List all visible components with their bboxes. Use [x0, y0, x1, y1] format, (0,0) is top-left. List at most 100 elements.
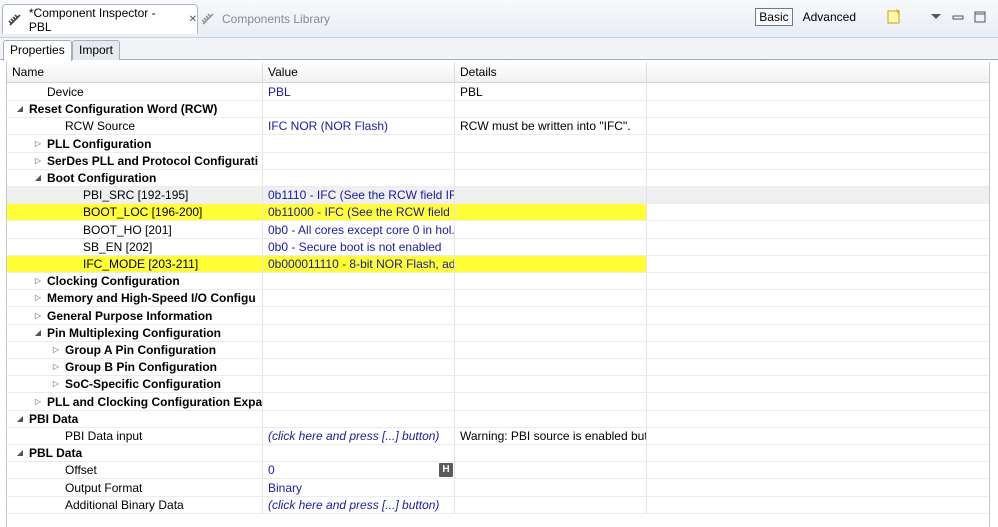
table-row[interactable]: BOOT_HO [201] 0b0 - All cores except core…: [7, 221, 989, 239]
expanded-arrow-icon[interactable]: ◢: [14, 411, 26, 427]
table-row[interactable]: ▷ Group B Pin Configuration: [7, 359, 989, 377]
value-cell[interactable]: [263, 342, 455, 358]
table-row[interactable]: ▷ PLL and Clocking Configuration Expa: [7, 393, 989, 411]
table-row[interactable]: ▷ SerDes PLL and Protocol Configurati: [7, 152, 989, 170]
tab-component-inspector[interactable]: *Component Inspector - PBL ✕: [2, 4, 198, 34]
basic-mode-button[interactable]: Basic: [755, 8, 793, 26]
hex-format-button[interactable]: H: [439, 463, 453, 478]
value-cell[interactable]: 0H: [263, 462, 455, 479]
value-cell[interactable]: 0b000011110 - 8-bit NOR Flash, ad...: [263, 256, 455, 272]
value-cell[interactable]: 0b11000 - IFC (See the RCW field IF...: [263, 204, 455, 221]
value-cell[interactable]: [263, 307, 455, 324]
name-cell[interactable]: ▷ Memory and High-Speed I/O Configu: [7, 290, 263, 307]
collapsed-arrow-icon[interactable]: ▷: [50, 359, 62, 375]
expanded-arrow-icon[interactable]: ◢: [32, 325, 44, 341]
name-cell[interactable]: ◢ Boot Configuration: [7, 170, 263, 186]
table-row[interactable]: PBI Data input (click here and press [...…: [7, 428, 989, 445]
name-cell[interactable]: PBI Data input: [7, 428, 263, 444]
value-cell[interactable]: [263, 324, 455, 341]
collapsed-arrow-icon[interactable]: ▷: [50, 376, 62, 392]
tab-import[interactable]: Import: [72, 40, 121, 60]
collapsed-arrow-icon[interactable]: ▷: [32, 290, 44, 306]
collapsed-arrow-icon[interactable]: ▷: [32, 136, 44, 152]
value-cell[interactable]: (click here and press [...] button): [263, 428, 455, 444]
table-row[interactable]: ◢ Boot Configuration: [7, 170, 989, 187]
table-row[interactable]: ▷ SoC-Specific Configuration: [7, 376, 989, 394]
value-cell[interactable]: [263, 410, 455, 427]
table-row[interactable]: IFC_MODE [203-211] 0b000011110 - 8-bit NO…: [7, 256, 989, 273]
name-cell[interactable]: Output Format: [7, 479, 263, 496]
value-cell[interactable]: [263, 376, 455, 393]
table-row[interactable]: ◢ Reset Configuration Word (RCW): [7, 101, 989, 119]
table-row[interactable]: ▷ General Purpose Information: [7, 307, 989, 325]
tab-properties[interactable]: Properties: [3, 40, 72, 61]
name-cell[interactable]: ▷ Group A Pin Configuration: [7, 342, 263, 358]
name-cell[interactable]: ▷ Clocking Configuration: [7, 273, 263, 290]
column-header-details[interactable]: Details: [455, 62, 647, 83]
collapsed-arrow-icon[interactable]: ▷: [32, 308, 44, 324]
collapsed-arrow-icon[interactable]: ▷: [32, 153, 44, 169]
name-cell[interactable]: ◢ Pin Multiplexing Configuration: [7, 324, 263, 341]
name-cell[interactable]: ◢ PBI Data: [7, 410, 263, 427]
value-cell[interactable]: [263, 170, 455, 186]
table-row[interactable]: Device PBL PBL: [7, 84, 989, 101]
value-cell[interactable]: PBL: [263, 84, 455, 100]
table-row[interactable]: ▷ Clocking Configuration: [7, 273, 989, 291]
table-row[interactable]: SB_EN [202] 0b0 - Secure boot is not enab…: [7, 238, 989, 256]
table-row[interactable]: ◢ Pin Multiplexing Configuration: [7, 324, 989, 342]
collapsed-arrow-icon[interactable]: ▷: [50, 342, 62, 358]
value-cell[interactable]: Binary: [263, 479, 455, 496]
name-cell[interactable]: ◢ PBL Data: [7, 445, 263, 462]
table-row[interactable]: ◢ PBI Data: [7, 410, 989, 428]
minimize-icon[interactable]: [950, 9, 966, 25]
name-cell[interactable]: ▷ SerDes PLL and Protocol Configurati: [7, 152, 263, 169]
value-cell[interactable]: [263, 152, 455, 169]
close-icon[interactable]: ✕: [189, 14, 197, 25]
value-cell[interactable]: [263, 359, 455, 376]
expanded-arrow-icon[interactable]: ◢: [32, 170, 44, 186]
name-cell[interactable]: BOOT_HO [201]: [7, 221, 263, 238]
column-header-name[interactable]: Name: [7, 62, 263, 83]
expanded-arrow-icon[interactable]: ◢: [14, 101, 26, 117]
name-cell[interactable]: ▷ SoC-Specific Configuration: [7, 376, 263, 393]
name-cell[interactable]: Offset: [7, 462, 263, 479]
name-cell[interactable]: IFC_MODE [203-211]: [7, 256, 263, 272]
name-cell[interactable]: ▷ Group B Pin Configuration: [7, 359, 263, 376]
value-cell[interactable]: [263, 135, 455, 152]
table-row[interactable]: Output Format Binary: [7, 479, 989, 497]
name-cell[interactable]: Additional Binary Data: [7, 496, 263, 513]
collapsed-arrow-icon[interactable]: ▷: [32, 394, 44, 410]
name-cell[interactable]: RCW Source: [7, 118, 263, 135]
table-row[interactable]: Additional Binary Data (click here and pr…: [7, 496, 989, 514]
value-cell[interactable]: 0b0 - Secure boot is not enabled: [263, 238, 455, 255]
value-cell[interactable]: [263, 393, 455, 410]
note-icon[interactable]: [886, 9, 902, 25]
name-cell[interactable]: ▷ General Purpose Information: [7, 307, 263, 324]
table-row[interactable]: BOOT_LOC [196-200] 0b11000 - IFC (See the…: [7, 204, 989, 222]
name-cell[interactable]: ▷ PLL and Clocking Configuration Expa: [7, 393, 263, 410]
name-cell[interactable]: Device: [7, 84, 263, 100]
table-row[interactable]: Offset 0 H: [7, 462, 989, 480]
table-row[interactable]: ◢ PBL Data: [7, 445, 989, 463]
name-cell[interactable]: PBI_SRC [192-195]: [7, 187, 263, 204]
table-row[interactable]: ▷ PLL Configuration: [7, 135, 989, 153]
advanced-mode-button[interactable]: Advanced: [799, 8, 860, 26]
value-cell[interactable]: [263, 290, 455, 307]
value-cell[interactable]: IFC NOR (NOR Flash): [263, 118, 455, 135]
value-cell[interactable]: 0b0 - All cores except core 0 in hol...: [263, 221, 455, 238]
view-menu-icon[interactable]: [928, 9, 944, 25]
name-cell[interactable]: SB_EN [202]: [7, 238, 263, 255]
table-row[interactable]: RCW Source IFC NOR (NOR Flash) RCW must be…: [7, 118, 989, 136]
column-header-value[interactable]: Value: [263, 62, 455, 83]
table-row[interactable]: ▷ Memory and High-Speed I/O Configu: [7, 290, 989, 308]
name-cell[interactable]: ▷ PLL Configuration: [7, 135, 263, 152]
value-cell[interactable]: [263, 273, 455, 290]
table-row[interactable]: ▷ Group A Pin Configuration: [7, 342, 989, 359]
name-cell[interactable]: BOOT_LOC [196-200]: [7, 204, 263, 221]
value-cell[interactable]: (click here and press [...] button): [263, 496, 455, 513]
table-row[interactable]: PBI_SRC [192-195] 0b1110 - IFC (See the R…: [7, 187, 989, 205]
value-cell[interactable]: [263, 445, 455, 462]
collapsed-arrow-icon[interactable]: ▷: [32, 273, 44, 289]
value-cell[interactable]: 0b1110 - IFC (See the RCW field IF...: [263, 187, 455, 204]
maximize-icon[interactable]: [972, 9, 988, 25]
